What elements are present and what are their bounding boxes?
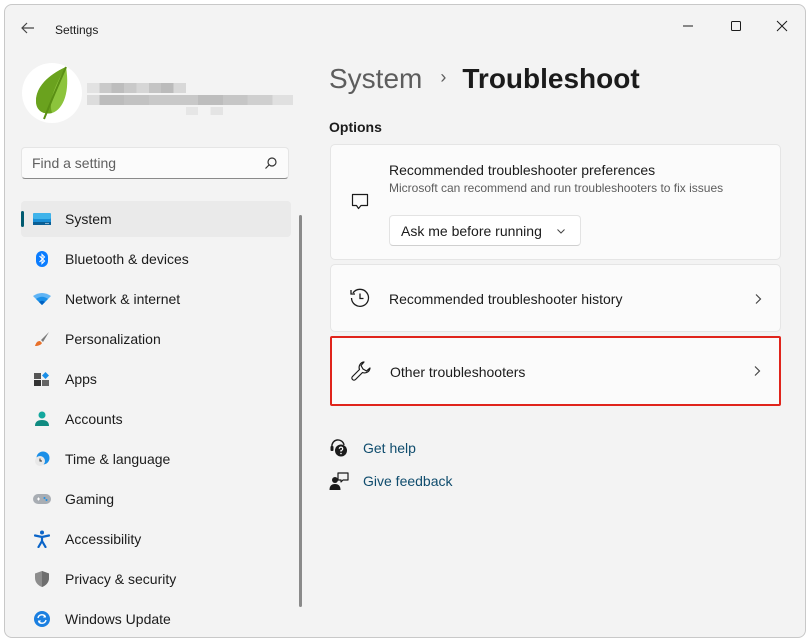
sidebar-item-label: Personalization <box>65 331 161 347</box>
sidebar-item-bluetooth[interactable]: Bluetooth & devices <box>21 241 291 277</box>
sidebar-item-personalization[interactable]: Personalization <box>21 321 291 357</box>
sidebar-item-system[interactable]: System <box>21 201 291 237</box>
back-button[interactable] <box>17 17 39 39</box>
sidebar-item-time-language[interactable]: Time & language <box>21 441 291 477</box>
chevron-right-icon <box>754 366 761 376</box>
sidebar-item-accessibility[interactable]: Accessibility <box>21 521 291 557</box>
minimize-icon <box>683 25 693 27</box>
wrench-icon <box>350 360 372 382</box>
leaf-icon <box>36 66 68 120</box>
sidebar-item-label: Bluetooth & devices <box>65 251 189 267</box>
link-label: Give feedback <box>363 473 453 489</box>
search-input[interactable] <box>32 154 252 172</box>
title-bar: Settings <box>5 5 805 49</box>
help-icon <box>329 438 349 458</box>
sidebar-item-privacy-security[interactable]: Privacy & security <box>21 561 291 597</box>
profile-name-obscured <box>87 79 293 119</box>
sidebar-item-label: Gaming <box>65 491 115 507</box>
history-icon <box>349 287 371 309</box>
sidebar-item-accounts[interactable]: Accounts <box>21 401 291 437</box>
sidebar-item-label: Accounts <box>65 411 123 427</box>
chevron-down-icon <box>557 229 565 234</box>
sidebar-item-windows-update[interactable]: Windows Update <box>21 601 291 637</box>
settings-window: Settings System <box>4 4 806 638</box>
sidebar-item-label: Privacy & security <box>65 571 177 587</box>
page-title: Troubleshoot <box>462 63 640 94</box>
search-box[interactable] <box>21 147 289 179</box>
breadcrumb-parent[interactable]: System <box>329 63 422 95</box>
breadcrumb-separator-icon: › <box>440 66 447 87</box>
chevron-right-icon <box>755 294 762 304</box>
breadcrumb: System › Troubleshoot <box>329 63 640 95</box>
sidebar-item-network[interactable]: Network & internet <box>21 281 291 317</box>
system-display-icon <box>33 210 51 228</box>
shield-icon <box>33 570 51 588</box>
card-title: Recommended troubleshooter preferences <box>389 162 656 178</box>
apps-icon <box>33 370 51 388</box>
close-icon <box>776 20 788 32</box>
troubleshooter-preferences-card: Recommended troubleshooter preferences M… <box>330 144 781 260</box>
sidebar-scrollbar[interactable] <box>299 215 302 607</box>
sidebar-item-label: Apps <box>65 371 97 387</box>
feedback-icon <box>329 471 349 491</box>
card-title: Recommended troubleshooter history <box>389 291 623 307</box>
card-description: Microsoft can recommend and run troubles… <box>389 181 724 195</box>
globe-clock-icon <box>33 450 51 468</box>
link-label: Get help <box>363 440 416 456</box>
sidebar-item-label: Windows Update <box>65 611 171 627</box>
sidebar-item-label: System <box>65 211 112 227</box>
get-help-link[interactable]: Get help <box>329 436 416 460</box>
search-icon[interactable] <box>264 156 278 170</box>
chat-bubble-icon <box>349 191 371 213</box>
close-button[interactable] <box>759 11 805 41</box>
sidebar-nav: System Bluetooth & devices Network & int… <box>21 201 291 637</box>
sidebar-item-label: Accessibility <box>65 531 142 547</box>
other-troubleshooters-card[interactable]: Other troubleshooters <box>330 336 781 406</box>
avatar[interactable] <box>22 63 82 123</box>
give-feedback-link[interactable]: Give feedback <box>329 469 453 493</box>
troubleshooter-preference-dropdown[interactable]: Ask me before running <box>389 215 581 246</box>
sidebar-item-apps[interactable]: Apps <box>21 361 291 397</box>
maximize-icon <box>731 21 741 31</box>
back-arrow-icon <box>21 22 34 34</box>
gamepad-icon <box>33 490 51 508</box>
dropdown-selected-value: Ask me before running <box>401 222 542 239</box>
sidebar-item-label: Time & language <box>65 451 171 467</box>
sidebar-item-label: Network & internet <box>65 291 181 307</box>
sidebar-item-gaming[interactable]: Gaming <box>21 481 291 517</box>
card-title: Other troubleshooters <box>390 364 526 380</box>
app-title: Settings <box>55 23 99 37</box>
section-title: Options <box>329 119 382 135</box>
update-icon <box>33 610 51 628</box>
troubleshooter-history-card[interactable]: Recommended troubleshooter history <box>330 264 781 332</box>
maximize-button[interactable] <box>713 11 759 41</box>
wifi-icon <box>33 290 51 308</box>
account-icon <box>33 410 51 428</box>
minimize-button[interactable] <box>665 11 711 41</box>
accessibility-icon <box>33 530 51 548</box>
bluetooth-icon <box>33 250 51 268</box>
paintbrush-icon <box>33 330 51 348</box>
